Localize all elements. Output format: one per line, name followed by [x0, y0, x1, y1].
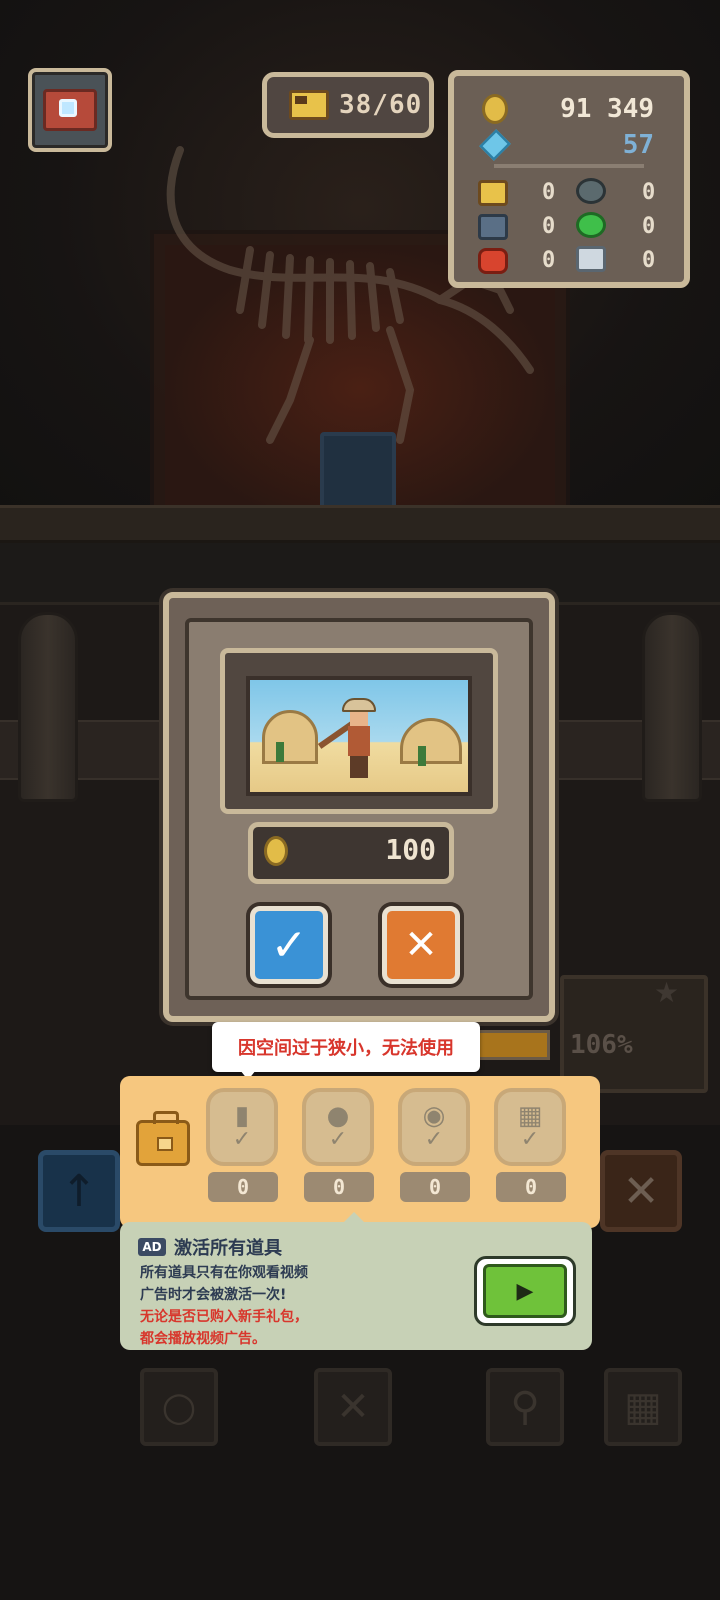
close-tool-button[interactable]: ✕ [600, 1150, 682, 1232]
coin-icon [264, 836, 288, 866]
ad-title: 激活所有道具 [174, 1238, 282, 1259]
dune-right [400, 718, 462, 764]
excavation-percent: 106% [570, 1030, 633, 1060]
tool-count: 0 [304, 1172, 374, 1202]
robot-icon [576, 246, 606, 272]
pickaxe-tool-button[interactable]: ↑ [38, 1150, 120, 1232]
energy-truck-icon [478, 180, 508, 206]
energy-truck-icon [289, 90, 329, 120]
tool-slot-potion[interactable]: ● ✓ [302, 1088, 374, 1166]
ad-warning-line: 都会播放视频广告。 [140, 1331, 266, 1347]
energy-value: 38/60 [339, 90, 423, 120]
dune-left [262, 710, 318, 764]
watch-ad-button[interactable]: ▶ [474, 1256, 576, 1326]
map-button[interactable]: ▦ [604, 1368, 682, 1446]
gem-row [479, 129, 511, 161]
map-icon: ▦ [624, 1384, 662, 1430]
tool-slot-bucket[interactable]: ▮ ✓ [206, 1088, 278, 1166]
bag-icon: ◉ [422, 1101, 446, 1131]
video-play-icon: ▶ [483, 1264, 567, 1318]
pillar-right [642, 612, 702, 802]
hint-bulb-button[interactable]: ○ [140, 1368, 218, 1446]
bulb-icon: ○ [161, 1384, 197, 1430]
x-icon: ✕ [336, 1384, 370, 1430]
close-icon: ✕ [622, 1165, 660, 1217]
resource-divider [494, 164, 644, 168]
space-warning-tooltip: 因空间过于狭小，无法使用 [212, 1022, 480, 1072]
inventory-count: 0 [642, 180, 656, 205]
play-icon: ▶ [516, 1278, 534, 1304]
cancel-button[interactable]: ✕ [382, 906, 460, 984]
close-icon: ✕ [404, 922, 438, 968]
excavation-progress-fill [471, 1033, 547, 1057]
toolbox-icon[interactable] [136, 1111, 190, 1166]
magnifier-icon: ⚲ [510, 1384, 540, 1430]
dig-cancel-button[interactable]: ✕ [314, 1368, 392, 1446]
inventory-count: 0 [542, 248, 556, 273]
explorer-icon [317, 698, 376, 780]
tool-count: 0 [208, 1172, 278, 1202]
ad-badge: AD [138, 1238, 166, 1256]
gem-count: 57 [622, 130, 654, 160]
tooltip-text: 因空间过于狭小，无法使用 [238, 1038, 454, 1059]
search-tool-button[interactable]: ⚲ [486, 1368, 564, 1446]
check-icon: ✓ [270, 919, 308, 971]
ad-warning-line: 无论是否已购入新手礼包， [140, 1309, 308, 1325]
pillar-left [18, 612, 78, 802]
camera-icon [43, 89, 97, 131]
pickaxe-icon: ↑ [60, 1165, 98, 1217]
check-icon: ✓ [328, 1127, 348, 1152]
price-value: 100 [385, 833, 436, 866]
inventory-count: 0 [542, 214, 556, 239]
tool-count: 0 [400, 1172, 470, 1202]
cactus-icon [418, 746, 426, 766]
stone-ledge [0, 505, 720, 543]
bucket-icon: ▮ [234, 1101, 250, 1131]
collection-tab-background [320, 432, 396, 512]
tool-count: 0 [496, 1172, 566, 1202]
ad-description-line: 所有道具只有在你观看视频 [140, 1265, 308, 1281]
resource-panel[interactable]: 91 349 57 0 0 0 0 0 0 [448, 70, 690, 288]
coin-icon [482, 94, 508, 124]
explorer-picture [246, 676, 472, 796]
coin-count: 91 349 [560, 94, 654, 124]
potion-icon: ● [326, 1101, 350, 1131]
bucket-icon [478, 214, 508, 240]
bag-icon [478, 248, 508, 274]
camera-button[interactable] [28, 68, 112, 152]
potion-icon [576, 212, 606, 238]
confirm-button[interactable]: ✓ [250, 906, 328, 984]
check-icon: ✓ [424, 1127, 444, 1152]
energy-counter[interactable]: 38/60 [262, 72, 434, 138]
coin-row [482, 94, 508, 124]
tool-slot-robot[interactable]: ▦ ✓ [494, 1088, 566, 1166]
inventory-count: 0 [642, 214, 656, 239]
inventory-count: 0 [642, 248, 656, 273]
ad-box-pointer [344, 1212, 364, 1222]
inventory-count: 0 [542, 180, 556, 205]
check-icon: ✓ [520, 1127, 540, 1152]
gem-icon [479, 129, 511, 161]
ad-description-line: 广告时才会被激活一次! [140, 1287, 287, 1303]
check-icon: ✓ [232, 1127, 252, 1152]
magnifier-icon [576, 178, 606, 204]
star-icon: ★ [654, 976, 680, 1009]
robot-icon: ▦ [517, 1101, 543, 1131]
tool-slot-bag[interactable]: ◉ ✓ [398, 1088, 470, 1166]
cactus-icon [276, 742, 284, 762]
